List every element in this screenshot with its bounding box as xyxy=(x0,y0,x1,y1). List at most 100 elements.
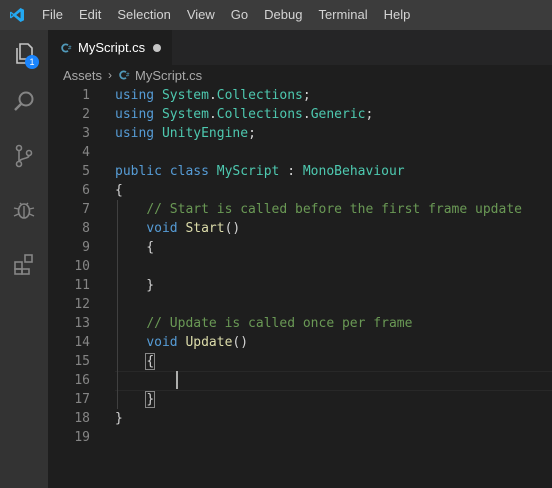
code-line[interactable]: 7 // Start is called before the first fr… xyxy=(48,200,552,219)
line-number: 9 xyxy=(82,240,90,255)
code-text: using System.Collections.Generic; xyxy=(115,105,373,124)
breadcrumb-folder[interactable]: Assets xyxy=(63,68,102,83)
code-line[interactable]: 5 public class MyScript : MonoBehaviour xyxy=(48,162,552,181)
menu-file[interactable]: File xyxy=(34,0,71,30)
debug-button[interactable] xyxy=(0,186,48,234)
code-line[interactable]: 16 xyxy=(48,371,552,390)
code-token: . xyxy=(302,107,311,122)
menu-edit[interactable]: Edit xyxy=(71,0,109,30)
code-line[interactable]: 12 xyxy=(48,295,552,314)
line-number: 18 xyxy=(74,411,90,426)
search-icon xyxy=(14,91,34,111)
code-token: () xyxy=(232,335,249,350)
code-line[interactable]: 10 xyxy=(48,257,552,276)
code-line[interactable]: 17 } xyxy=(48,390,552,409)
code-token: } xyxy=(115,411,123,426)
code-token: Collections xyxy=(216,107,303,122)
code-token: Start xyxy=(185,221,225,236)
explorer-button[interactable]: 1 xyxy=(0,30,48,78)
code-line[interactable]: 15 { xyxy=(48,352,552,371)
code-token: : xyxy=(279,164,303,179)
code-line[interactable]: 18} xyxy=(48,409,552,428)
code-token: // Start is called before the first fram… xyxy=(146,202,522,217)
code-text: // Start is called before the first fram… xyxy=(115,200,522,219)
code-line[interactable]: 8 void Start() xyxy=(48,219,552,238)
code-text: void Update() xyxy=(115,333,248,352)
menu-view[interactable]: View xyxy=(179,0,223,30)
matching-bracket: { xyxy=(145,353,156,370)
tab-myscript[interactable]: # MyScript.cs xyxy=(48,30,172,65)
line-number: 10 xyxy=(74,259,90,274)
breadcrumb-file[interactable]: MyScript.cs xyxy=(135,68,202,83)
extensions-icon xyxy=(14,254,33,275)
code-token: . xyxy=(208,107,217,122)
code-token: ; xyxy=(365,107,374,122)
code-line[interactable]: 3 using UnityEngine; xyxy=(48,124,552,143)
line-number: 19 xyxy=(74,430,90,445)
code-line[interactable]: 4 xyxy=(48,143,552,162)
line-number: 3 xyxy=(82,126,90,141)
code-text: } xyxy=(115,409,123,428)
code-text: { xyxy=(115,352,156,371)
code-line[interactable]: 19 xyxy=(48,428,552,447)
code-token: using xyxy=(115,107,162,122)
line-number: 11 xyxy=(74,278,90,293)
explorer-badge: 1 xyxy=(25,55,39,69)
code-token: ; xyxy=(248,126,256,141)
menu-go[interactable]: Go xyxy=(223,0,256,30)
code-line[interactable]: 9 { xyxy=(48,238,552,257)
bug-icon xyxy=(13,202,35,219)
code-line[interactable]: 6{ xyxy=(48,181,552,200)
code-text: } xyxy=(115,276,154,295)
code-token: // Update is called once per frame xyxy=(146,316,413,331)
code-token: UnityEngine xyxy=(161,126,249,141)
code-line[interactable]: 11 } xyxy=(48,276,552,295)
code-text: void Start() xyxy=(115,219,240,238)
code-token: public class xyxy=(115,164,217,179)
code-text: // Update is called once per frame xyxy=(115,314,412,333)
unsaved-dot-icon[interactable] xyxy=(153,43,162,52)
source-control-icon xyxy=(15,144,33,168)
menu-debug[interactable]: Debug xyxy=(256,0,310,30)
code-line[interactable]: 14 void Update() xyxy=(48,333,552,352)
matching-bracket: } xyxy=(145,391,156,408)
code-line[interactable]: 13 // Update is called once per frame xyxy=(48,314,552,333)
line-number: 5 xyxy=(82,164,90,179)
line-number: 2 xyxy=(82,107,90,122)
code-text: { xyxy=(115,181,123,200)
line-number: 6 xyxy=(82,183,90,198)
line-number: 4 xyxy=(82,145,90,160)
extensions-button[interactable] xyxy=(0,240,48,288)
code-token: () xyxy=(224,221,241,236)
code-token: Update xyxy=(185,335,233,350)
code-text: { xyxy=(115,238,154,257)
code-token: System xyxy=(161,107,209,122)
code-text: public class MyScript : MonoBehaviour xyxy=(115,162,405,181)
line-number: 7 xyxy=(82,202,90,217)
line-number: 15 xyxy=(74,354,90,369)
vscode-logo-icon xyxy=(0,0,34,30)
code-line[interactable]: 2 using System.Collections.Generic; xyxy=(48,105,552,124)
source-control-button[interactable] xyxy=(0,132,48,180)
menu-terminal[interactable]: Terminal xyxy=(310,0,375,30)
code-token: using xyxy=(115,126,162,141)
line-number: 13 xyxy=(74,316,90,331)
code-editor[interactable]: 1 using System.Collections; 2 using System.… xyxy=(48,85,552,488)
code-line[interactable]: 1 using System.Collections; xyxy=(48,86,552,105)
line-number: 12 xyxy=(74,297,90,312)
code-token: MyScript xyxy=(216,164,280,179)
csharp-file-icon: # xyxy=(61,43,72,52)
menu-help[interactable]: Help xyxy=(376,0,419,30)
menu-bar: File Edit Selection View Go Debug Termin… xyxy=(0,0,552,30)
menu-selection[interactable]: Selection xyxy=(109,0,178,30)
search-button[interactable] xyxy=(0,78,48,126)
tab-bar: # MyScript.cs xyxy=(48,30,552,65)
code-token: . xyxy=(208,88,217,103)
line-number: 16 xyxy=(74,373,90,388)
